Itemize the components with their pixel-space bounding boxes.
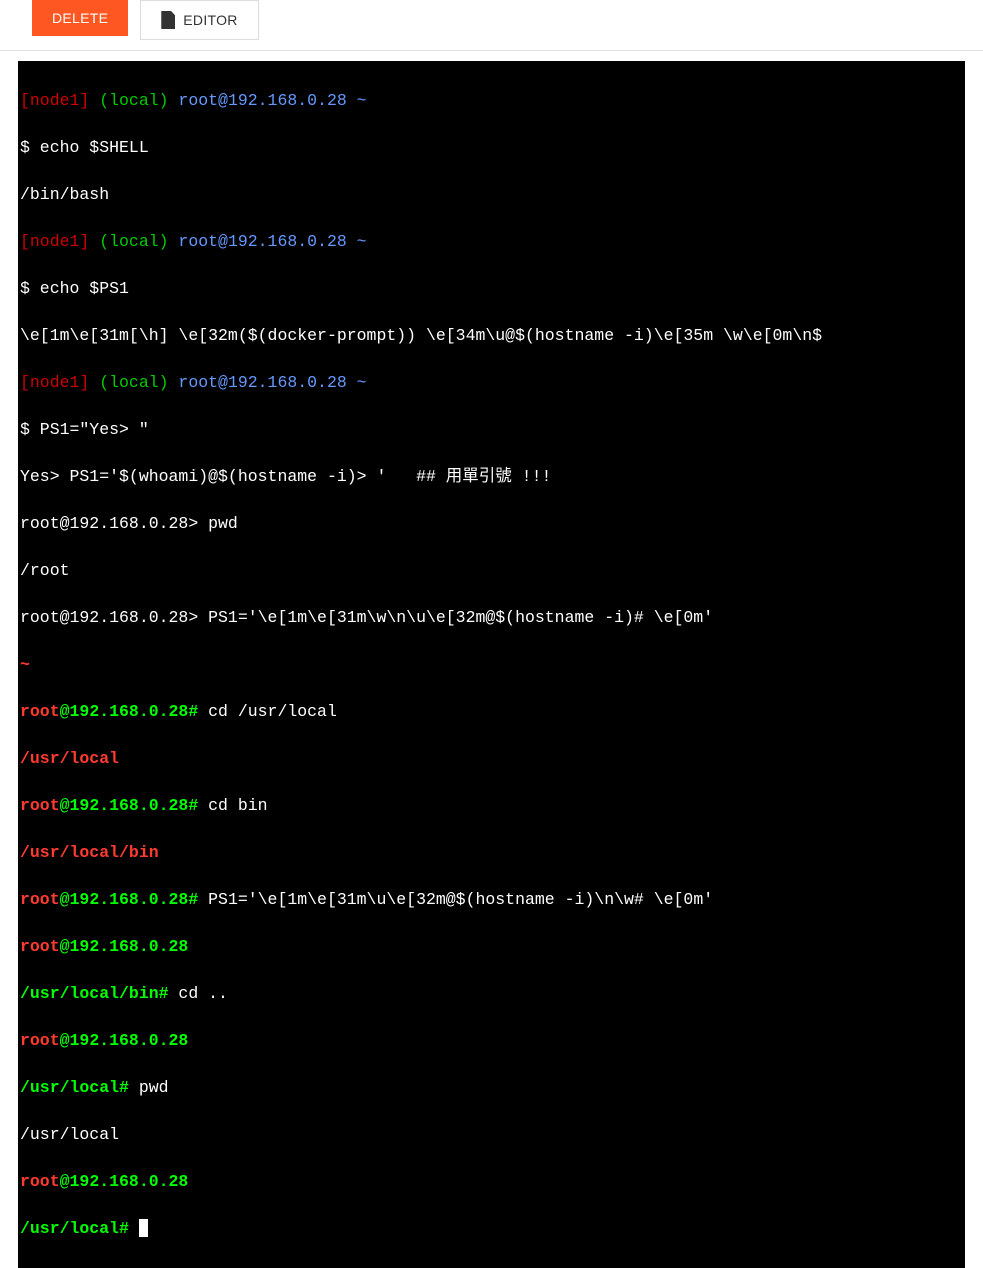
prompt-host: @192.168.0.28 — [60, 1031, 189, 1050]
prompt-host: @192.168.0.28 — [60, 1172, 189, 1191]
terminal-line: /bin/bash — [20, 183, 963, 207]
command-text: cd .. — [169, 984, 228, 1003]
prompt-path: /usr/local/bin# — [20, 984, 169, 1003]
toolbar: DELETE EDITOR — [0, 0, 983, 51]
editor-button-label: EDITOR — [183, 12, 237, 28]
terminal-line: root@192.168.0.28> pwd — [20, 512, 963, 536]
terminal-line: $ PS1="Yes> " — [20, 418, 963, 442]
prompt-user: root — [20, 1031, 60, 1050]
prompt-user: root — [20, 1172, 60, 1191]
terminal-line: [node1] (local) root@192.168.0.28 ~ — [20, 230, 963, 254]
prompt-local: (local) — [89, 232, 168, 251]
prompt-local: (local) — [89, 91, 168, 110]
prompt-local: (local) — [89, 373, 168, 392]
terminal-line: root@192.168.0.28 — [20, 1029, 963, 1053]
terminal-line: /usr/local — [20, 1123, 963, 1147]
terminal-line: $ echo $SHELL — [20, 136, 963, 160]
prompt-userhost: root@192.168.0.28 ~ — [169, 373, 367, 392]
delete-button-label: DELETE — [52, 10, 108, 26]
terminal[interactable]: [node1] (local) root@192.168.0.28 ~ $ ec… — [18, 61, 965, 1268]
file-icon — [161, 11, 175, 29]
terminal-line: root@192.168.0.28# cd /usr/local — [20, 700, 963, 724]
prompt-path: /usr/local# — [20, 1219, 129, 1238]
terminal-line: /usr/local# — [20, 1217, 963, 1241]
terminal-line: \e[1m\e[31m[\h] \e[32m($(docker-prompt))… — [20, 324, 963, 348]
terminal-line: Yes> PS1='$(whoami)@$(hostname -i)> ' ##… — [20, 465, 963, 489]
terminal-line: [node1] (local) root@192.168.0.28 ~ — [20, 371, 963, 395]
command-text: pwd — [129, 1078, 169, 1097]
editor-button[interactable]: EDITOR — [140, 0, 258, 40]
terminal-line: /usr/local# pwd — [20, 1076, 963, 1100]
command-text: cd bin — [198, 796, 267, 815]
terminal-line: root@192.168.0.28# cd bin — [20, 794, 963, 818]
terminal-line: $ echo $PS1 — [20, 277, 963, 301]
terminal-line: /usr/local/bin# cd .. — [20, 982, 963, 1006]
delete-button[interactable]: DELETE — [32, 0, 128, 36]
prompt-host: @192.168.0.28# — [60, 890, 199, 909]
terminal-line: root@192.168.0.28> PS1='\e[1m\e[31m\w\n\… — [20, 606, 963, 630]
prompt-host: @192.168.0.28# — [60, 702, 199, 721]
prompt-userhost: root@192.168.0.28 ~ — [169, 232, 367, 251]
prompt-host: @192.168.0.28# — [60, 796, 199, 815]
prompt-user: root — [20, 937, 60, 956]
command-text: cd /usr/local — [198, 702, 337, 721]
prompt-node: [node1] — [20, 91, 89, 110]
prompt-user: root — [20, 796, 60, 815]
terminal-line: /usr/local/bin — [20, 841, 963, 865]
terminal-line: ~ — [20, 653, 963, 677]
terminal-line: root@192.168.0.28 — [20, 1170, 963, 1194]
terminal-line: root@192.168.0.28 — [20, 935, 963, 959]
prompt-userhost: root@192.168.0.28 ~ — [169, 91, 367, 110]
cursor-icon — [139, 1219, 148, 1237]
prompt-path: /usr/local# — [20, 1078, 129, 1097]
prompt-node: [node1] — [20, 373, 89, 392]
terminal-line: root@192.168.0.28# PS1='\e[1m\e[31m\u\e[… — [20, 888, 963, 912]
prompt-node: [node1] — [20, 232, 89, 251]
terminal-line: /root — [20, 559, 963, 583]
prompt-user: root — [20, 890, 60, 909]
prompt-host: @192.168.0.28 — [60, 937, 189, 956]
command-text — [129, 1219, 139, 1238]
terminal-line: /usr/local — [20, 747, 963, 771]
prompt-user: root — [20, 702, 60, 721]
command-text: PS1='\e[1m\e[31m\u\e[32m@$(hostname -i)\… — [198, 890, 713, 909]
terminal-line: [node1] (local) root@192.168.0.28 ~ — [20, 89, 963, 113]
